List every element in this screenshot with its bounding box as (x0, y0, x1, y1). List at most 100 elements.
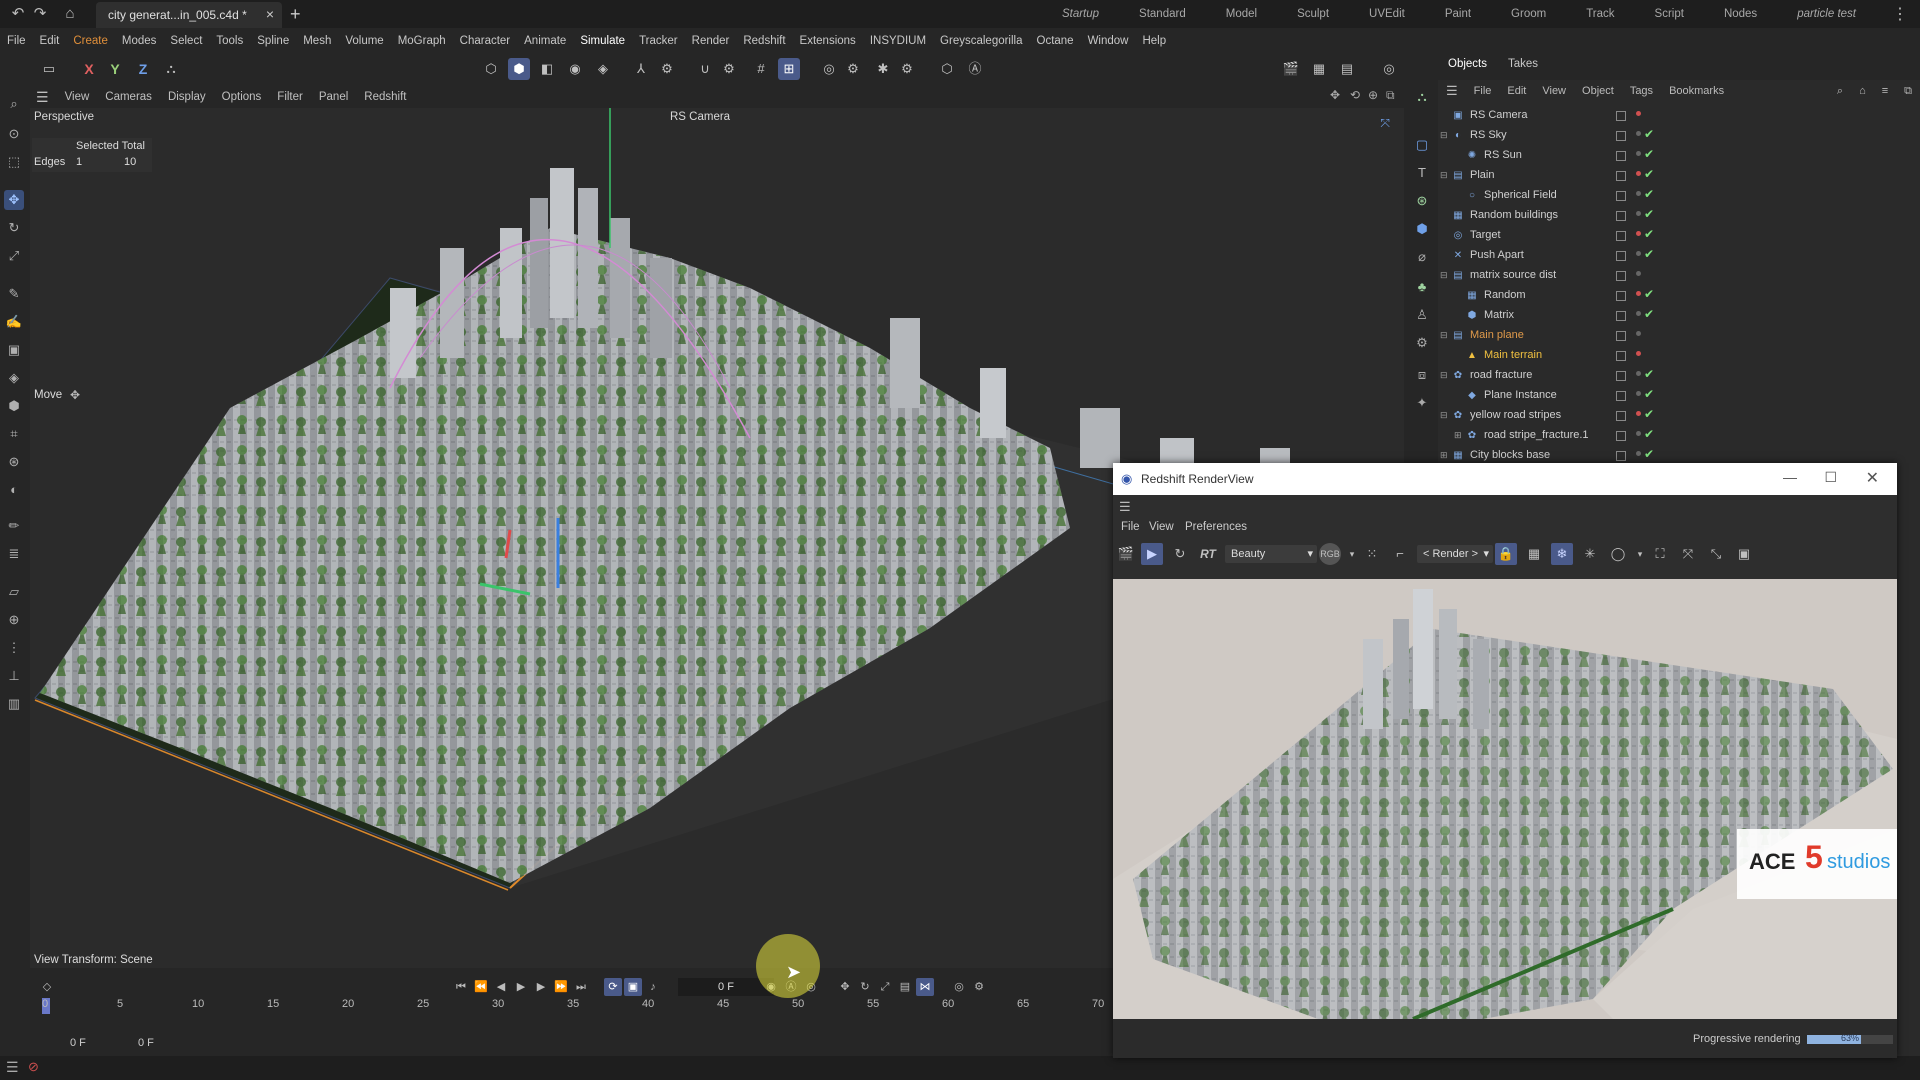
circle-chevron-icon[interactable]: ▾ (1629, 543, 1651, 565)
sketch-tool-icon[interactable]: ✍ (4, 312, 24, 332)
timeline-settings-icon[interactable]: ⚙ (970, 978, 988, 996)
generator-add-icon[interactable]: ⊛ (1411, 190, 1433, 212)
magnet-settings-icon[interactable]: ⚙ (718, 58, 740, 80)
expand-toggle-icon[interactable]: ⊟ (1440, 130, 1452, 141)
deformer-icon[interactable]: ⌗ (4, 424, 24, 444)
undo-icon[interactable]: ↶ (8, 4, 28, 24)
viewport-select-icon[interactable]: ⬚ (4, 152, 24, 172)
object-row[interactable]: ⊟ ▤ Plain ✔ (1438, 166, 1878, 186)
render-preview[interactable]: ACE 5 studios (1113, 579, 1897, 1019)
brush-icon[interactable]: ✏ (4, 516, 24, 536)
maximize-viewport-icon[interactable]: ⧉ (1386, 88, 1395, 103)
layout-paint[interactable]: Paint (1425, 0, 1491, 28)
camera-add-icon[interactable]: ⧈ (1411, 364, 1433, 386)
axis-y-button[interactable]: Y (104, 58, 126, 80)
menu-create[interactable]: Create (66, 35, 115, 47)
primitive-add-icon[interactable]: ⬢ (1411, 218, 1433, 240)
settings-gear-icon[interactable]: ⚙ (656, 58, 678, 80)
enabled-check-icon[interactable]: ✔ (1644, 287, 1654, 301)
object-row[interactable]: ✕ Push Apart ✔ (1438, 246, 1878, 266)
layer-icon[interactable] (1616, 451, 1626, 461)
layer-icon[interactable] (1616, 371, 1626, 381)
polygons-mode-icon[interactable]: ◧ (536, 58, 558, 80)
menu-window[interactable]: Window (1081, 35, 1136, 47)
renderview-titlebar[interactable]: ◉ Redshift RenderView — ☐ ✕ (1113, 463, 1897, 495)
viewport-layout-icon[interactable]: ▥ (4, 694, 24, 714)
object-row[interactable]: ⊟ ✿ yellow road stripes ✔ (1438, 406, 1878, 426)
layer-icon[interactable] (1616, 311, 1626, 321)
close-icon[interactable]: × (266, 6, 274, 22)
layout-standard[interactable]: Standard (1119, 0, 1206, 28)
visibility-dot-icon[interactable] (1636, 351, 1641, 356)
field-icon[interactable]: ⊛ (4, 452, 24, 472)
sound-icon[interactable]: ♪ (644, 978, 662, 996)
object-row[interactable]: ◎ Target ✔ (1438, 226, 1878, 246)
visibility-dot-icon[interactable] (1636, 451, 1641, 456)
objects-hamburger-icon[interactable]: ☰ (1438, 83, 1466, 99)
object-row[interactable]: ▦ Random buildings ✔ (1438, 206, 1878, 226)
search-icon[interactable]: ⌕ (4, 94, 24, 114)
layout-track[interactable]: Track (1566, 0, 1634, 28)
layer-icon[interactable] (1616, 271, 1626, 281)
grid-view-icon[interactable]: ▦ (1523, 543, 1545, 565)
zoom-icon[interactable]: ⊕ (1368, 88, 1378, 102)
object-row[interactable]: ⊟ ▤ Main plane (1438, 326, 1878, 346)
expand-toggle-icon[interactable]: ⊞ (1440, 450, 1452, 461)
redshift-ipr-icon[interactable]: ◎ (1378, 58, 1400, 80)
viewport-menu-filter[interactable]: Filter (269, 91, 311, 103)
next-frame-icon[interactable]: ▶ (532, 978, 550, 996)
renderview-menu-preferences[interactable]: Preferences (1185, 521, 1247, 533)
layer-icon[interactable] (1616, 391, 1626, 401)
menu-insydium[interactable]: INSYDIUM (863, 35, 933, 47)
expand-icon[interactable]: ⤡ (1705, 543, 1727, 565)
object-row[interactable]: ○ Spherical Field ✔ (1438, 186, 1878, 206)
pen-tool-icon[interactable]: ✎ (4, 284, 24, 304)
preview-range-icon[interactable]: ▣ (624, 978, 642, 996)
axis-x-button[interactable]: X (78, 58, 100, 80)
layout-particle-test[interactable]: particle test (1777, 0, 1876, 28)
render-view-icon[interactable]: 🎬 (1280, 58, 1302, 80)
objects-search-icon[interactable]: ⌕ (1829, 85, 1851, 98)
viewport-hamburger-icon[interactable]: ☰ (28, 89, 57, 106)
render-mode-dropdown[interactable]: < Render > ▾ (1417, 545, 1493, 563)
layer-icon[interactable] (1616, 431, 1626, 441)
objects-menu-file[interactable]: File (1466, 85, 1500, 97)
go-to-end-icon[interactable]: ⏭ (572, 978, 590, 996)
grid-snap-icon[interactable]: # (750, 58, 772, 80)
protection-icon[interactable]: Ⓐ (964, 58, 986, 80)
menu-greyscalegorilla[interactable]: Greyscalegorilla (933, 35, 1029, 47)
objects-popout-icon[interactable]: ⧉ (1896, 85, 1920, 98)
motion-record-icon[interactable]: ◎ (950, 978, 968, 996)
visibility-dot-icon[interactable] (1636, 111, 1641, 116)
visibility-dot-icon[interactable] (1636, 271, 1641, 276)
dots-icon[interactable]: ⁙ (1361, 543, 1383, 565)
viewport-settings-icon[interactable]: ⚙ (896, 58, 918, 80)
enabled-check-icon[interactable]: ✔ (1644, 407, 1654, 421)
viewport-menu-redshift[interactable]: Redshift (356, 91, 414, 103)
settings-add-icon[interactable]: ⚙ (1411, 332, 1433, 354)
cube-icon[interactable]: ▣ (4, 340, 24, 360)
objects-home-icon[interactable]: ⌂ (1851, 85, 1874, 97)
render-settings-icon[interactable]: ▤ (1336, 58, 1358, 80)
enabled-check-icon[interactable]: ✔ (1644, 307, 1654, 321)
layers-icon[interactable]: ≣ (4, 544, 24, 564)
layout-model[interactable]: Model (1206, 0, 1277, 28)
enabled-check-icon[interactable]: ✔ (1644, 147, 1654, 161)
home-icon[interactable]: ⌂ (60, 4, 80, 24)
aov-dropdown[interactable]: Beauty ▾ (1225, 545, 1317, 563)
expand-toggle-icon[interactable]: ⊟ (1440, 370, 1452, 381)
floor-icon[interactable]: ▱ (4, 582, 24, 602)
enabled-check-icon[interactable]: ✔ (1644, 127, 1654, 141)
lock-icon[interactable]: ⬡ (936, 58, 958, 80)
object-row[interactable]: ⊟ ◐ RS Sky ✔ (1438, 126, 1878, 146)
object-row[interactable]: ✺ RS Sun ✔ (1438, 146, 1878, 166)
renderview-close-icon[interactable]: ✕ (1866, 468, 1879, 488)
objects-menu-object[interactable]: Object (1574, 85, 1622, 97)
menu-edit[interactable]: Edit (33, 35, 67, 47)
enabled-check-icon[interactable]: ✔ (1644, 207, 1654, 221)
circle-icon[interactable]: ◯ (1607, 543, 1629, 565)
layout-script[interactable]: Script (1635, 0, 1704, 28)
layer-icon[interactable] (1616, 291, 1626, 301)
objects-manager-icon[interactable]: ⛬ (1411, 86, 1433, 108)
viewport-menu-options[interactable]: Options (214, 91, 270, 103)
